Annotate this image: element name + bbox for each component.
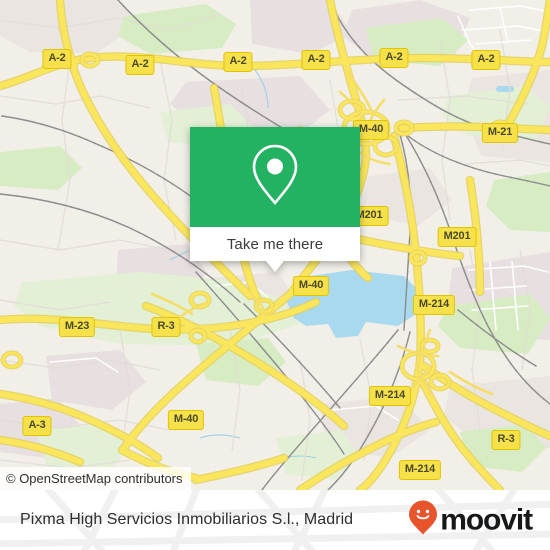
road-shield: A-2 xyxy=(42,49,72,69)
map-pin-icon xyxy=(248,142,302,213)
moovit-wordmark: moovit xyxy=(440,503,533,536)
footer-bar: Pixma High Servicios Inmobiliarios S.l.,… xyxy=(0,490,550,550)
popup-cta-area[interactable]: Take me there xyxy=(190,227,360,272)
road-shield: A-2 xyxy=(125,55,155,75)
popup-pointer-arrow xyxy=(266,261,284,272)
road-shield: A-2 xyxy=(471,50,501,70)
road-shield: A-2 xyxy=(379,48,409,68)
road-shield: M-23 xyxy=(58,317,96,337)
road-shield: R-3 xyxy=(491,430,521,450)
road-shield: A-2 xyxy=(301,50,331,70)
road-shield: M-40 xyxy=(292,276,330,296)
road-shield: A-3 xyxy=(22,416,52,436)
road-shield: A-2 xyxy=(223,52,253,72)
popup-image-area xyxy=(190,127,360,227)
road-shield: M-40 xyxy=(167,410,205,430)
road-shield: M201 xyxy=(437,227,477,247)
take-me-there-label: Take me there xyxy=(226,235,324,253)
road-shield: M-214 xyxy=(368,386,412,406)
moovit-pin-icon xyxy=(408,500,438,541)
attribution-text: © OpenStreetMap contributors xyxy=(6,471,183,486)
location-title: Pixma High Servicios Inmobiliarios S.l.,… xyxy=(20,511,354,528)
road-shield: M-214 xyxy=(412,295,456,315)
osm-attribution[interactable]: © OpenStreetMap contributors xyxy=(0,467,191,490)
road-shield: M-21 xyxy=(481,123,519,143)
location-popup[interactable]: Take me there xyxy=(190,127,360,272)
road-shield: R-3 xyxy=(151,317,181,337)
map-page: .urban { fill:#eae5e1; } .urban2 { fill:… xyxy=(0,0,550,550)
road-shield: M-214 xyxy=(398,460,442,480)
moovit-logo[interactable]: moovit xyxy=(408,500,533,541)
